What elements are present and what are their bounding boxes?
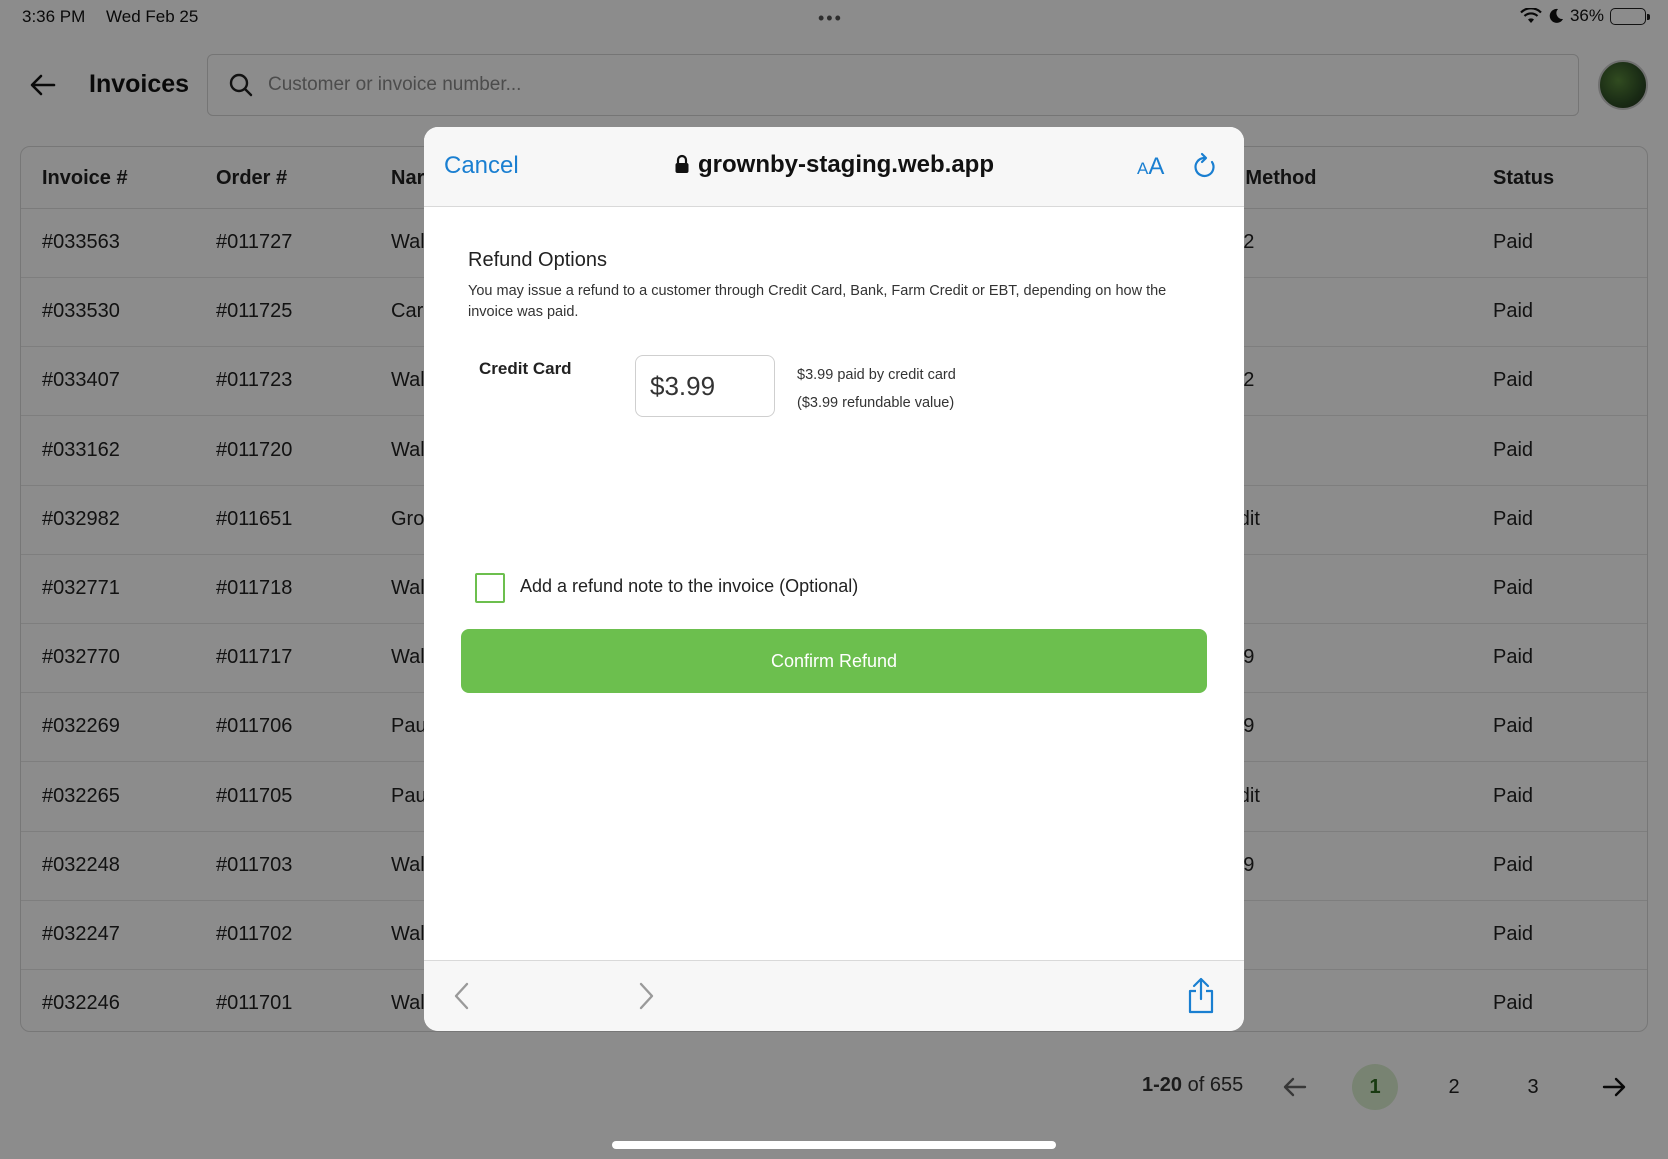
text-size-large-a: A	[1148, 153, 1165, 180]
text-size-small-a: A	[1137, 159, 1149, 178]
share-icon[interactable]	[1186, 977, 1216, 1015]
chevron-left-icon[interactable]	[452, 981, 472, 1011]
paid-by-text: $3.99 paid by credit card	[797, 367, 956, 383]
refund-note-label[interactable]: Add a refund note to the invoice (Option…	[520, 576, 858, 597]
refund-paid-info: $3.99 paid by credit card ($3.99 refunda…	[797, 361, 956, 417]
lock-icon	[675, 154, 689, 173]
home-indicator[interactable]	[612, 1141, 1056, 1149]
chevron-right-icon[interactable]	[636, 981, 656, 1011]
refund-title: Refund Options	[468, 249, 607, 271]
sheet-nav-bar: Cancel grownby-staging.web.app AA	[424, 127, 1244, 207]
refundable-value-text: ($3.99 refundable value)	[797, 395, 955, 411]
browser-sheet: Cancel grownby-staging.web.app AA Refund…	[424, 127, 1244, 1031]
refund-note-checkbox[interactable]	[475, 573, 505, 603]
refund-method-label: Credit Card	[479, 359, 572, 378]
refund-description: You may issue a refund to a customer thr…	[468, 283, 1167, 320]
refund-amount-input[interactable]	[635, 355, 775, 417]
url-display[interactable]: grownby-staging.web.app	[424, 151, 1244, 179]
confirm-refund-button[interactable]: Confirm Refund	[461, 629, 1207, 693]
text-size-button[interactable]: AA	[1137, 153, 1164, 181]
sheet-toolbar	[424, 960, 1244, 1031]
reload-icon[interactable]	[1192, 151, 1218, 181]
url-text: grownby-staging.web.app	[697, 151, 994, 178]
